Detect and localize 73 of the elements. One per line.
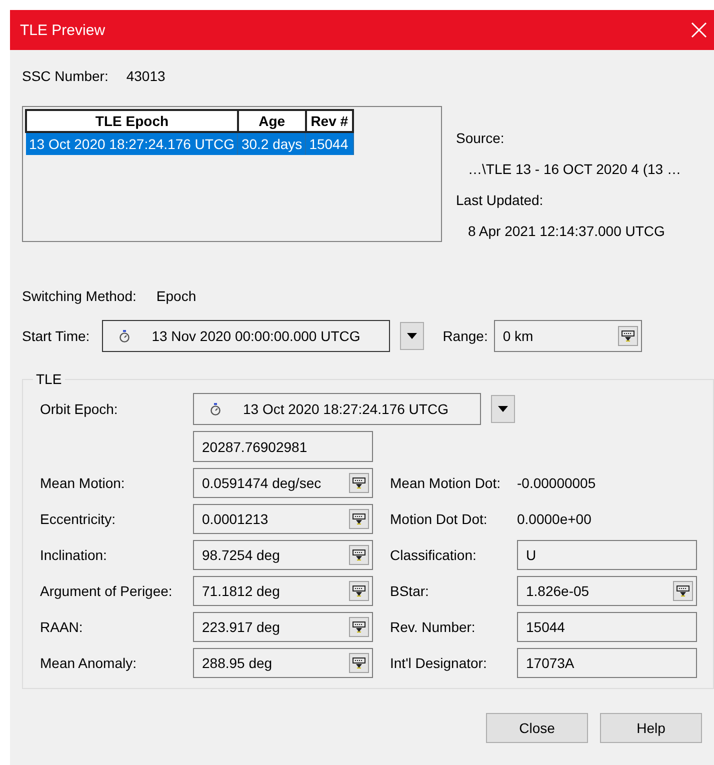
field-label: Int'l Designator: (390, 655, 488, 671)
column-header[interactable]: TLE Epoch (26, 110, 238, 132)
start-time-field[interactable]: 13 Nov 2020 00:00:00.000 UTCG (102, 320, 390, 352)
stopwatch-icon (118, 330, 130, 342)
field-label: Eccentricity: (40, 511, 116, 527)
source-value: …\TLE 13 - 16 OCT 2020 4 (13 … (467, 161, 681, 179)
table-cell: 30.2 days (238, 132, 306, 155)
input-field[interactable]: 71.1812 deg (193, 576, 373, 606)
stopwatch-icon (210, 402, 221, 416)
unit-picker-button[interactable] (349, 617, 369, 637)
field-value: -0.00000005 (517, 475, 597, 491)
close-icon (691, 22, 707, 38)
input-field[interactable]: 288.95 deg (193, 648, 373, 678)
window-title: TLE Preview (20, 22, 106, 38)
field-label: Mean Motion: (40, 475, 126, 491)
unit-picker-button[interactable] (349, 509, 369, 529)
group-title: TLE (35, 371, 63, 387)
keypad-icon (352, 584, 366, 598)
field-label: Argument of Perigee: (40, 583, 174, 599)
source-label: Source: (456, 130, 506, 148)
epoch-number-field[interactable]: 20287.76902981 (193, 431, 373, 462)
input-field[interactable]: 0.0001213 (193, 504, 373, 534)
table-row[interactable]: 13 Oct 2020 18:27:24.176 UTCG 30.2 days 15044 (26, 132, 354, 155)
field-label: RAAN: (40, 619, 84, 635)
keypad-icon (352, 620, 366, 634)
field-value: 0.0000e+00 (517, 511, 592, 527)
table-cell: 15044 (306, 132, 354, 155)
field-label: Mean Anomaly: (40, 655, 138, 671)
input-field[interactable]: 0.0591474 deg/sec (193, 468, 373, 498)
ssc-number-value: 43013 (126, 68, 166, 84)
keypad-icon (352, 476, 366, 490)
dropdown-button[interactable] (491, 395, 515, 423)
keypad-icon (676, 584, 690, 598)
keypad-icon (352, 512, 366, 526)
input-field[interactable]: 223.917 deg (193, 612, 373, 642)
field-label: Classification: (390, 547, 478, 563)
switching-method-label: Switching Method: (22, 288, 136, 304)
unit-picker-button[interactable] (349, 473, 369, 493)
unit-picker-button[interactable] (349, 545, 369, 565)
orbit-epoch-label: Orbit Epoch: (40, 401, 119, 417)
input-field[interactable]: 15044 (517, 612, 697, 642)
field-label: Motion Dot Dot: (390, 511, 488, 527)
unit-picker-button[interactable] (618, 326, 638, 346)
keypad-icon (620, 330, 635, 342)
help-button[interactable]: Help (600, 713, 702, 743)
close-button[interactable]: Close (486, 713, 588, 743)
input-field[interactable]: 17073A (517, 648, 697, 678)
keypad-icon (352, 656, 366, 670)
input-field[interactable]: U (517, 540, 697, 570)
table-cell: 13 Oct 2020 18:27:24.176 UTCG (26, 132, 238, 155)
unit-picker-button[interactable] (673, 581, 693, 601)
start-time-label: Start Time: (22, 328, 90, 344)
field-label: Inclination: (40, 547, 108, 563)
caret-down-icon (498, 406, 508, 412)
last-updated-value: 8 Apr 2021 12:14:37.000 UTCG (467, 223, 666, 241)
column-header[interactable]: Rev # (306, 110, 354, 132)
field-label: Mean Motion Dot: (390, 475, 502, 491)
input-field[interactable]: 98.7254 deg (193, 540, 373, 570)
range-label: Range: (442, 328, 488, 344)
orbit-epoch-field[interactable]: 13 Oct 2020 18:27:24.176 UTCG (193, 393, 481, 425)
keypad-icon (352, 548, 366, 562)
dropdown-button[interactable] (400, 322, 424, 350)
ssc-number-label: SSC Number: (22, 68, 108, 84)
unit-picker-button[interactable] (349, 581, 369, 601)
field-label: BStar: (390, 583, 430, 599)
caret-down-icon (406, 333, 417, 339)
field-label: Rev. Number: (390, 619, 476, 635)
switching-method-value: Epoch (156, 288, 196, 304)
column-header[interactable]: Age (238, 110, 306, 132)
range-field[interactable]: 0 km (494, 320, 642, 352)
unit-picker-button[interactable] (349, 653, 369, 673)
input-field[interactable]: 1.826e-05 (517, 576, 697, 606)
last-updated-label: Last Updated: (456, 192, 544, 210)
